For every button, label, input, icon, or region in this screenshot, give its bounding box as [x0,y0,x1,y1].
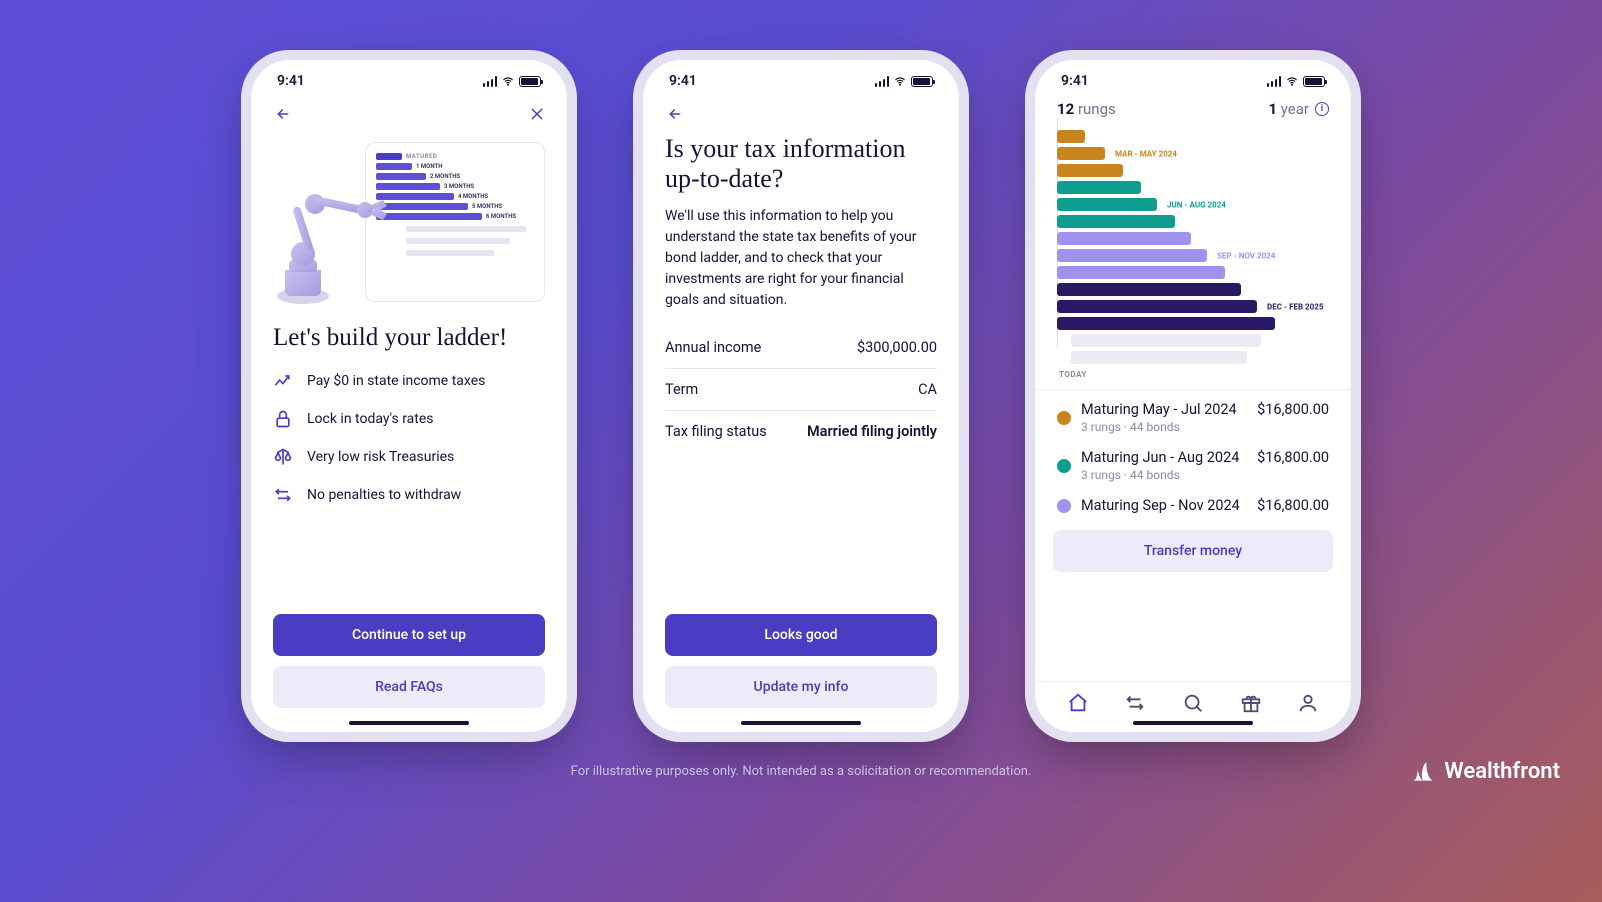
ladder-chart: MAR - MAY 2024JUN - AUG 2024SEP - NOV 20… [1035,118,1351,379]
status-time: 9:41 [669,73,697,89]
continue-button[interactable]: Continue to set up [273,614,545,656]
home-indicator [349,721,469,725]
close-button[interactable] [529,106,545,126]
arrows-swap-icon [273,485,293,505]
list-item[interactable]: Maturing May - Jul 20243 rungs · 44 bond… [1035,390,1351,438]
nav-bar [251,102,567,134]
body-text: We'll use this information to help you u… [665,206,937,311]
row-filing-status: Tax filing statusMarried filing jointly [665,411,937,452]
tab-bar [1035,681,1351,718]
list-item[interactable]: Maturing Sep - Nov 2024$16,800.00 [1035,486,1351,518]
row-term: TermCA [665,369,937,411]
row-annual-income: Annual income$300,000.00 [665,327,937,369]
wifi-icon [893,76,907,87]
footer: For illustrative purposes only. Not inte… [0,764,1602,779]
tab-gift[interactable] [1240,692,1262,718]
feature-lock: Lock in today's rates [273,409,545,429]
ladder-header: 12 rungs 1 yeari [1035,100,1351,118]
disclaimer: For illustrative purposes only. Not inte… [571,764,1032,779]
phone-build-ladder: 9:41 MATURED 1 MONTH 2 MONTHS 3 MONTHS 4… [251,60,567,732]
battery-icon [519,76,541,87]
feature-taxes: Pay $0 in state income taxes [273,371,545,391]
read-faqs-button[interactable]: Read FAQs [273,666,545,708]
page-title: Is your tax information up-to-date? [665,134,937,194]
phone-tax-info: 9:41 Is your tax information up-to-date?… [643,60,959,732]
wealthfront-icon [1410,759,1436,785]
feature-withdraw: No penalties to withdraw [273,485,545,505]
phones-row: 9:41 MATURED 1 MONTH 2 MONTHS 3 MONTHS 4… [251,60,1351,732]
home-indicator [741,721,861,725]
wifi-icon [501,76,515,87]
scale-icon [273,447,293,467]
status-icons [1267,76,1326,87]
tab-transfer[interactable] [1124,692,1146,718]
status-bar: 9:41 [643,60,959,102]
cellular-icon [875,76,890,87]
brand-logo: Wealthfront [1410,759,1560,785]
home-indicator [1133,721,1253,725]
status-icons [875,76,934,87]
chart-up-icon [273,371,293,391]
update-info-button[interactable]: Update my info [665,666,937,708]
nav-bar [643,102,959,134]
cellular-icon [1267,76,1282,87]
battery-icon [1303,76,1325,87]
battery-icon [911,76,933,87]
status-icons [483,76,542,87]
tab-search[interactable] [1182,692,1204,718]
ladder-illustration: MATURED 1 MONTH 2 MONTHS 3 MONTHS 4 MONT… [273,142,545,302]
back-button[interactable] [273,106,293,126]
looks-good-button[interactable]: Looks good [665,614,937,656]
status-bar: 9:41 [251,60,567,102]
info-icon[interactable]: i [1315,102,1329,116]
list-item[interactable]: Maturing Jun - Aug 20243 rungs · 44 bond… [1035,438,1351,486]
robot-arm-icon [271,156,391,306]
tab-profile[interactable] [1297,692,1319,718]
status-time: 9:41 [277,73,305,89]
phone-ladder-overview: 9:41 12 rungs 1 yeari MAR - MAY 2024JUN … [1035,60,1351,732]
tab-home[interactable] [1067,692,1089,718]
back-button[interactable] [665,106,685,126]
transfer-money-button[interactable]: Transfer money [1053,530,1333,572]
lock-icon [273,409,293,429]
cellular-icon [483,76,498,87]
page-title: Let's build your ladder! [273,324,545,353]
feature-risk: Very low risk Treasuries [273,447,545,467]
maturity-list: Maturing May - Jul 20243 rungs · 44 bond… [1035,389,1351,518]
status-time: 9:41 [1061,73,1089,89]
status-bar: 9:41 [1035,60,1351,102]
wifi-icon [1285,76,1299,87]
